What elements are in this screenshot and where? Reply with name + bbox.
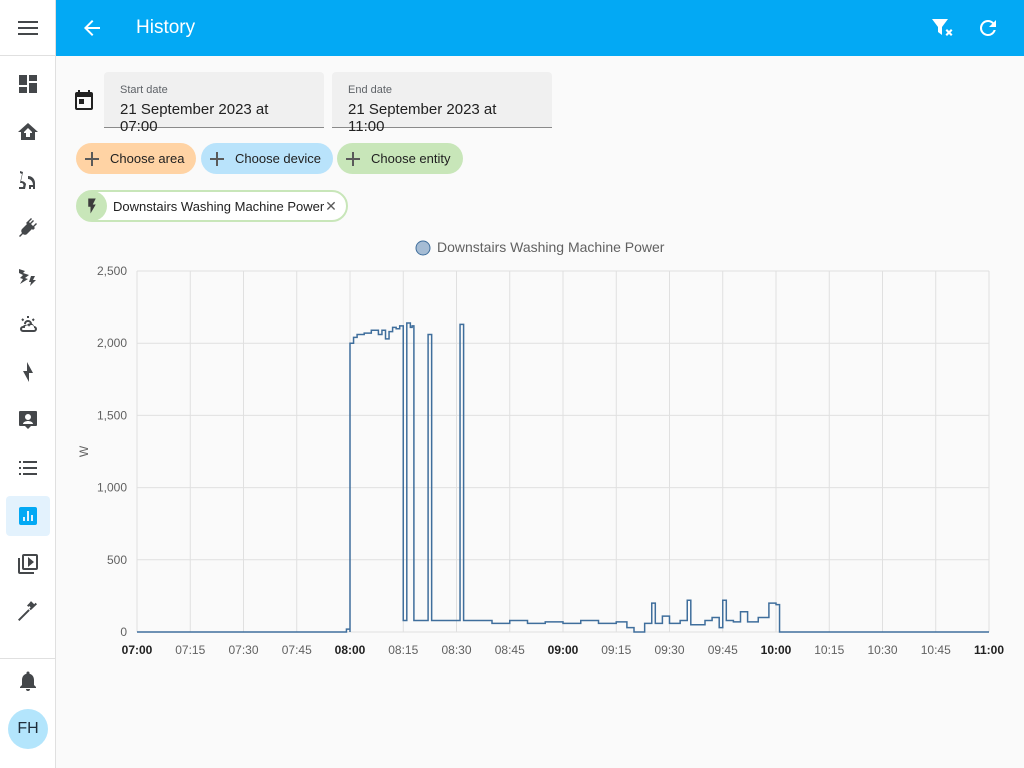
end-date-value: 21 September 2023 at 11:00 [348, 101, 497, 135]
sidebar-item-energy[interactable] [6, 352, 50, 392]
menu-button[interactable] [0, 0, 56, 56]
chart-grid [136, 270, 990, 633]
sidebar-item-energy-flash[interactable] [6, 256, 50, 296]
bell-icon [20, 671, 36, 691]
robot-vacuum-icon [19, 171, 35, 189]
history-chart-svg: 0 500 1,000 1,500 2,000 2,500 07:00 07:15 07:30… [77, 239, 1005, 657]
sidebar-item-plugs[interactable] [6, 208, 50, 248]
x-tick-label: 10:45 [921, 643, 951, 657]
plus-icon [84, 151, 100, 167]
lightning-bolt-icon [23, 362, 33, 382]
choose-device-label: Choose device [235, 151, 321, 166]
sidebar-item-vacuum[interactable] [6, 160, 50, 200]
end-date-field[interactable]: End date 21 September 2023 at 11:00 [332, 72, 552, 135]
x-tick-label: 07:30 [228, 643, 258, 657]
sidebar-item-media[interactable] [6, 544, 50, 584]
x-tick-label: 09:30 [654, 643, 684, 657]
sidebar-divider [0, 658, 56, 659]
y-tick-label: 1,500 [97, 408, 127, 422]
hammer-icon [18, 601, 37, 621]
x-tick-label: 10:15 [814, 643, 844, 657]
weather-lightning-icon [19, 269, 36, 286]
x-tick-label: 08:45 [495, 643, 525, 657]
choose-area-button[interactable]: Choose area [76, 143, 197, 174]
notifications-button[interactable] [6, 661, 50, 701]
choose-entity-label: Choose entity [371, 151, 451, 166]
remove-filters-button[interactable] [925, 12, 957, 44]
selected-entity-label: Downstairs Washing Machine Power [113, 198, 325, 214]
y-axis-label: W [77, 445, 91, 457]
history-chart: 0 500 1,000 1,500 2,000 2,500 07:00 07:15 07:30… [66, 232, 1006, 672]
end-date-label: End date [348, 84, 393, 96]
plus-icon [209, 151, 225, 167]
choose-device-button[interactable]: Choose device [201, 143, 333, 174]
x-tick-label: 08:15 [388, 643, 418, 657]
sidebar-item-logbook[interactable] [6, 400, 50, 440]
dashboard-icon [19, 75, 37, 93]
x-tick-label: 07:00 [122, 643, 153, 657]
flash-icon [77, 191, 107, 221]
home-icon [18, 123, 38, 140]
x-tick-label: 07:15 [175, 643, 205, 657]
app-header: History [56, 0, 1024, 56]
choose-area-label: Choose area [110, 151, 185, 166]
filter-remove-icon [932, 19, 953, 36]
choose-entity-button[interactable]: Choose entity [337, 143, 463, 174]
selected-entity-chip[interactable]: Downstairs Washing Machine Power ✕ [76, 190, 348, 222]
y-tick-label: 0 [120, 625, 127, 639]
x-tick-label: 08:30 [441, 643, 471, 657]
refresh-button[interactable] [972, 12, 1004, 44]
arrow-left-icon [84, 20, 100, 36]
x-tick-label: 07:45 [282, 643, 312, 657]
power-plug-icon [19, 218, 37, 237]
play-box-multiple-icon [18, 554, 38, 574]
x-tick-label: 09:15 [601, 643, 631, 657]
x-tick-label: 08:00 [335, 643, 366, 657]
remove-entity-button[interactable]: ✕ [322, 197, 340, 215]
date-range-picker-button[interactable] [72, 88, 96, 112]
avatar[interactable]: FH [8, 709, 48, 749]
y-tick-label: 2,000 [97, 336, 127, 350]
sidebar-item-history[interactable] [6, 496, 50, 536]
x-tick-label: 10:30 [867, 643, 897, 657]
plus-icon [345, 151, 361, 167]
y-tick-label: 500 [107, 553, 127, 567]
y-axis-ticks: 0 500 1,000 1,500 2,000 2,500 [97, 264, 127, 639]
refresh-icon [979, 19, 996, 36]
legend-swatch[interactable] [415, 240, 431, 256]
start-date-label: Start date [120, 84, 168, 96]
sidebar-item-developer-tools[interactable] [6, 592, 50, 632]
hamburger-menu-icon [18, 20, 38, 35]
y-tick-label: 1,000 [97, 481, 127, 495]
sidebar-item-home[interactable] [6, 112, 50, 152]
y-tick-label: 2,500 [97, 264, 127, 278]
x-tick-label: 09:45 [708, 643, 738, 657]
start-date-field[interactable]: Start date 21 September 2023 at 07:00 [104, 72, 324, 135]
x-tick-label: 09:00 [548, 643, 579, 657]
calendar-icon [75, 90, 93, 110]
weather-partly-cloudy-icon [20, 316, 37, 332]
x-axis-ticks: 07:00 07:15 07:30 07:45 08:00 08:15 08:30 08:45… [122, 643, 1005, 657]
back-button[interactable] [76, 12, 108, 44]
sidebar-item-todo[interactable] [6, 448, 50, 488]
sidebar-item-weather[interactable] [6, 304, 50, 344]
format-list-icon [19, 461, 37, 475]
x-tick-label: 10:00 [761, 643, 792, 657]
start-date-value: 21 September 2023 at 07:00 [120, 101, 269, 135]
chart-box-icon [19, 507, 37, 525]
sidebar-item-overview[interactable] [6, 64, 50, 104]
page-title: History [136, 17, 196, 38]
legend-label[interactable]: Downstairs Washing Machine Power [437, 239, 665, 255]
sidebar: FH [0, 0, 56, 768]
account-box-icon [19, 411, 37, 429]
x-tick-label: 11:00 [974, 643, 1004, 657]
